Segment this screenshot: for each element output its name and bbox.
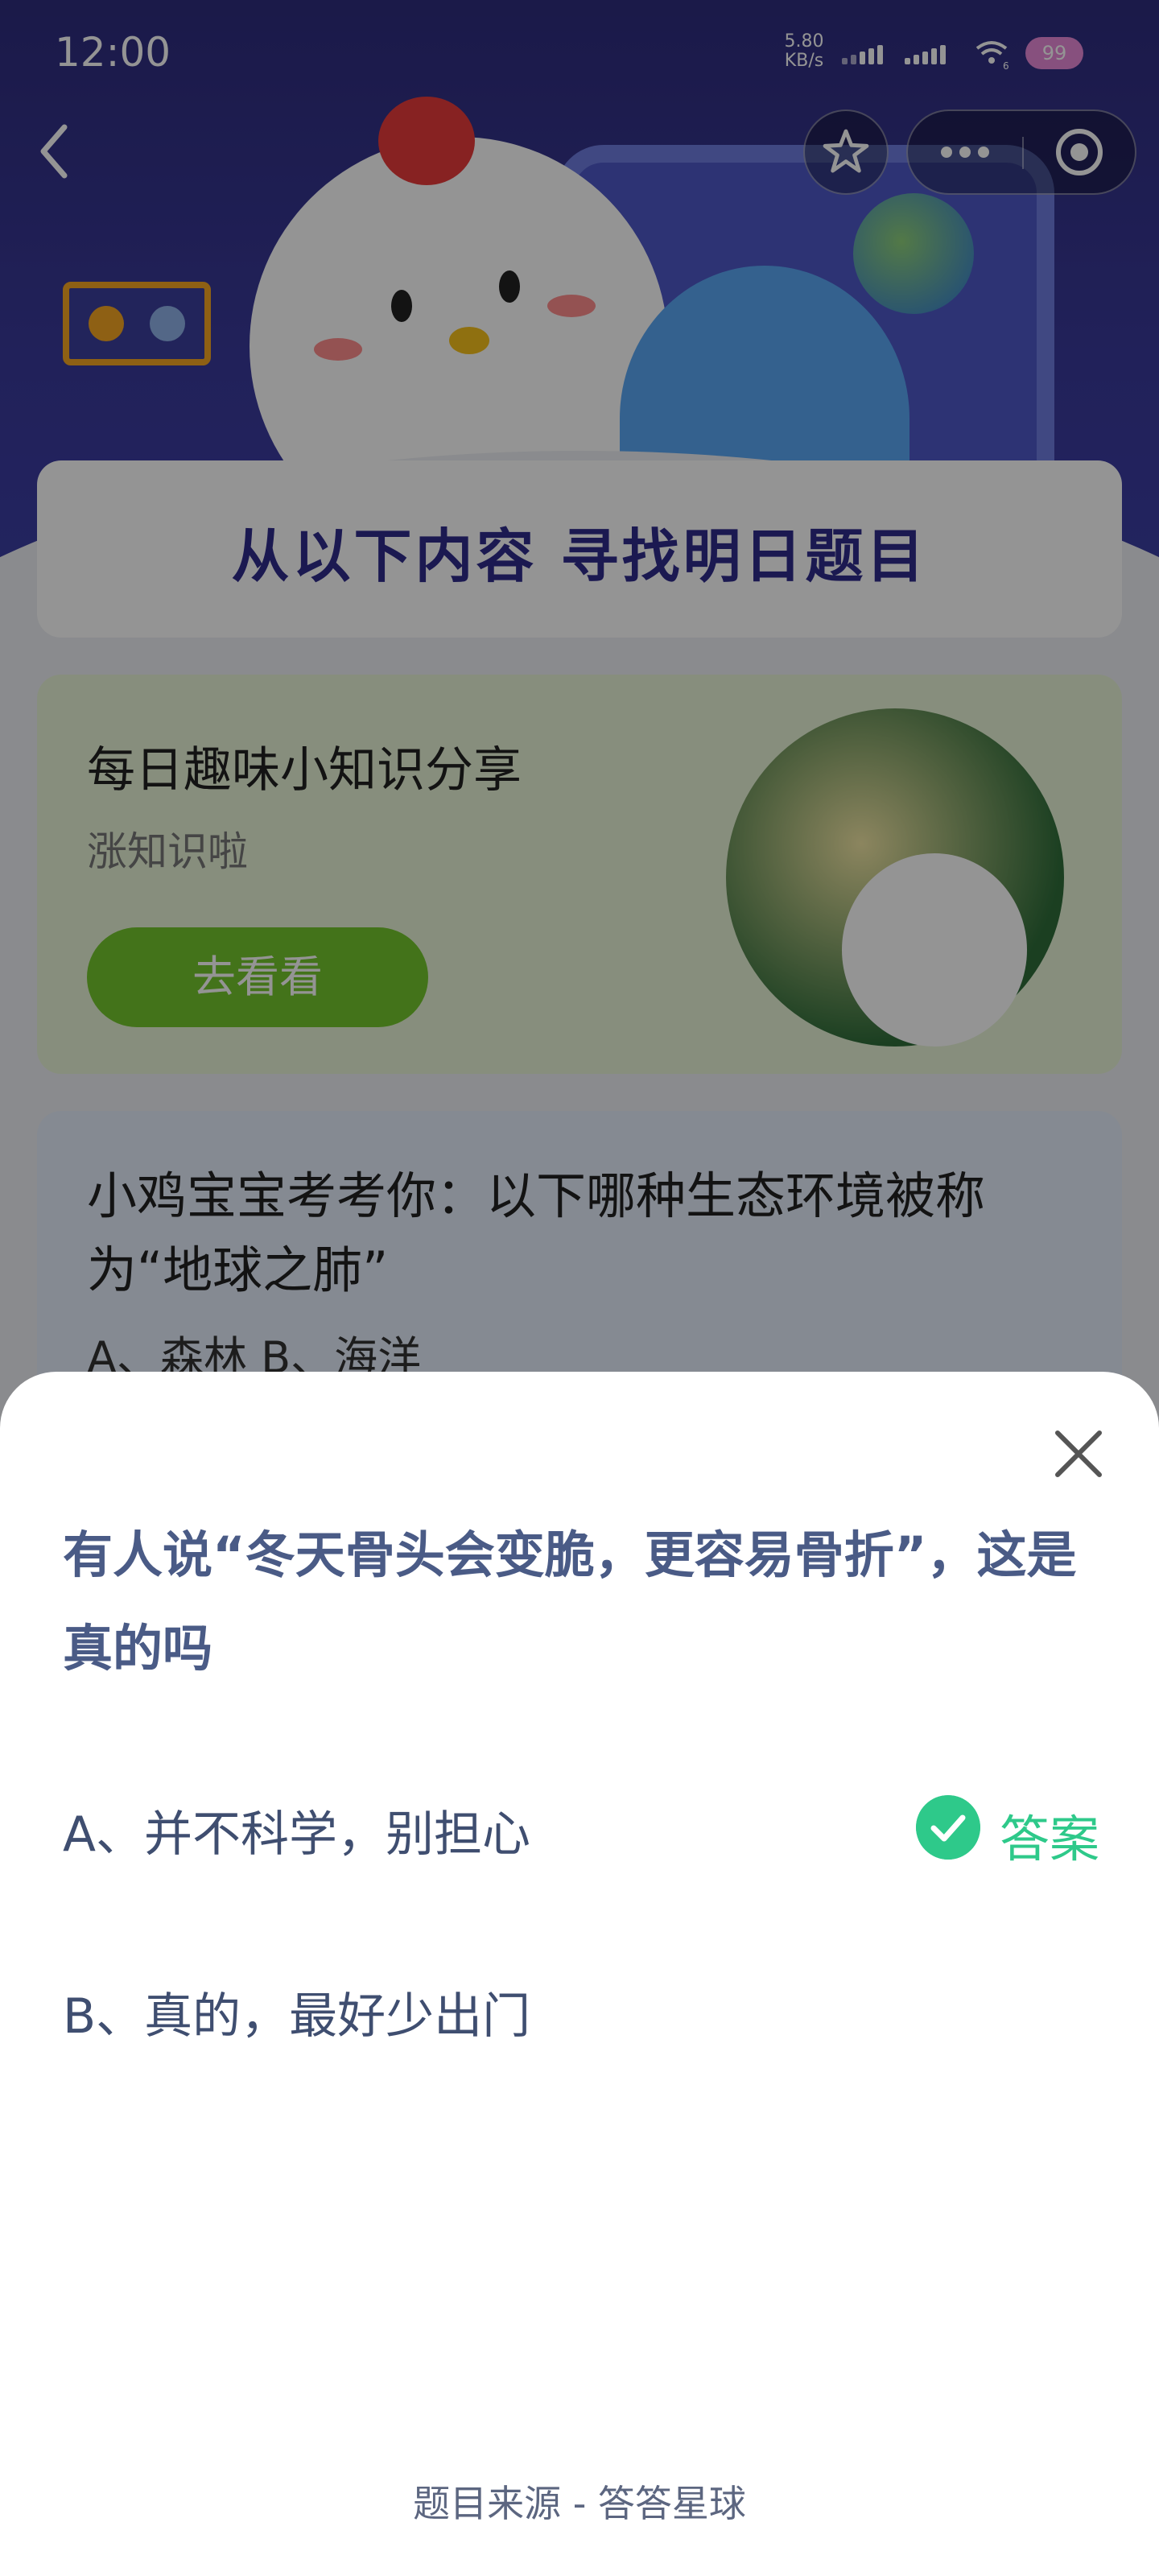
option-label: A、并不科学，别担心 bbox=[63, 1806, 531, 1863]
question-source-footer: 题目来源 - 答答星球 bbox=[413, 2482, 746, 2525]
option-b[interactable]: B、真的，最好少出门 bbox=[63, 1958, 1101, 2054]
option-a[interactable]: A、并不科学，别担心 答案 bbox=[63, 1776, 1101, 1872]
question-text: 有人说“冬天骨头会变脆，更容易骨折”，这是真的吗 bbox=[63, 1525, 1077, 1678]
answer-tag: 答案 bbox=[916, 1795, 1101, 1868]
answer-bottom-sheet: 有人说“冬天骨头会变脆，更容易骨折”，这是真的吗 A、并不科学，别担心 答案 B… bbox=[0, 1372, 1159, 2576]
check-circle-icon bbox=[916, 1795, 980, 1860]
answer-label: 答案 bbox=[1000, 1810, 1100, 1868]
close-icon[interactable] bbox=[1046, 1422, 1111, 1486]
option-label: B、真的，最好少出门 bbox=[63, 1988, 531, 2045]
